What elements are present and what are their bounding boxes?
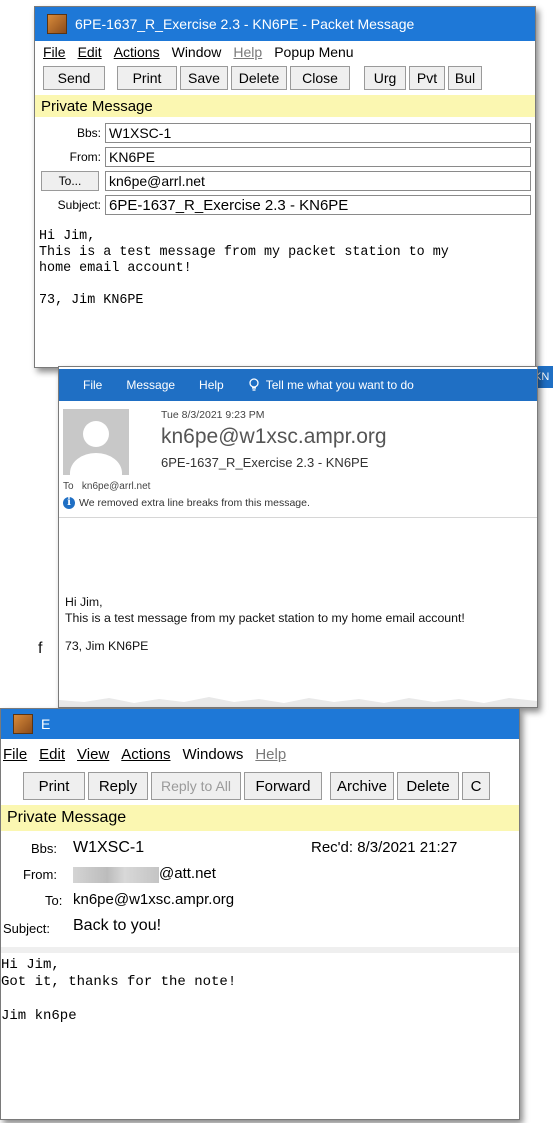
subject-label: Subject:: [3, 921, 50, 936]
to-label: To:: [45, 893, 63, 908]
from-label: From:: [69, 150, 101, 164]
to-label: To: [63, 481, 74, 492]
forward-button[interactable]: Forward: [244, 772, 322, 800]
tell-me-text: Tell me what you want to do: [265, 378, 414, 392]
avatar-head: [83, 421, 109, 447]
bbs-value: W1XSC-1: [73, 839, 145, 856]
print-button[interactable]: Print: [117, 66, 177, 90]
more-button[interactable]: C: [462, 772, 490, 800]
app-icon: [13, 714, 33, 734]
packet-message-window: 6PE-1637_R_Exercise 2.3 - KN6PE - Packet…: [34, 6, 536, 368]
notice-text: We removed extra line breaks from this m…: [79, 497, 310, 509]
torn-edge: [1, 1108, 519, 1119]
private-button[interactable]: Pvt: [409, 66, 445, 90]
delete-button[interactable]: Delete: [397, 772, 459, 800]
menu-popup[interactable]: Popup Menu: [274, 44, 353, 60]
private-message-banner: Private Message: [1, 805, 519, 831]
torn-edge: [35, 355, 535, 367]
reply-button[interactable]: Reply: [88, 772, 148, 800]
to-field[interactable]: kn6pe@arrl.net: [105, 171, 531, 191]
bbs-label: Bbs:: [31, 841, 58, 856]
lightbulb-icon: [249, 378, 259, 391]
message-subject: 6PE-1637_R_Exercise 2.3 - KN6PE: [161, 455, 369, 470]
menu-file[interactable]: File: [3, 746, 27, 763]
menu-help[interactable]: Help: [255, 746, 286, 763]
received-message-window: E File Edit View Actions Windows Help Pr…: [0, 708, 520, 1120]
menu-window[interactable]: Window: [172, 44, 222, 60]
menu-bar: File Edit View Actions Windows Help: [1, 739, 519, 769]
delete-button[interactable]: Delete: [231, 66, 287, 90]
close-button[interactable]: Close: [290, 66, 350, 90]
bbs-label: Bbs:: [76, 126, 101, 140]
menu-edit[interactable]: Edit: [39, 746, 65, 763]
menu-file[interactable]: File: [43, 44, 66, 60]
window-title: 6PE-1637_R_Exercise 2.3 - KN6PE - Packet…: [75, 16, 415, 32]
header-fields: Bbs: W1XSC-1 Rec'd: 8/3/2021 21:27 From:…: [1, 831, 519, 947]
from-label: From:: [23, 867, 57, 882]
menu-help[interactable]: Help: [199, 378, 224, 392]
message-body-line-2: This is a test message from my packet st…: [65, 611, 465, 625]
tell-me-search[interactable]: Tell me what you want to do: [248, 378, 414, 392]
toolbar: Print Reply Reply to All Forward Archive…: [1, 769, 519, 803]
urgent-button[interactable]: Urg: [364, 66, 406, 90]
message-body-line-1: Hi Jim,: [65, 595, 103, 609]
header-divider: [59, 517, 537, 518]
stray-fragment: f: [38, 640, 43, 657]
to-address[interactable]: kn6pe@arrl.net: [82, 481, 151, 492]
header-separator: [1, 947, 519, 953]
subject-label: Subject:: [57, 198, 101, 212]
from-value: @att.net: [159, 865, 216, 882]
sender-address[interactable]: kn6pe@w1xsc.ampr.org: [161, 425, 387, 449]
private-message-banner: Private Message: [35, 95, 535, 117]
save-button[interactable]: Save: [180, 66, 228, 90]
to-button[interactable]: To...: [41, 171, 99, 191]
window-title-fragment: E: [41, 716, 51, 732]
subject-field[interactable]: 6PE-1637_R_Exercise 2.3 - KN6PE: [105, 195, 531, 215]
message-body-line-3: 73, Jim KN6PE: [65, 639, 149, 653]
toolbar: Send Print Save Delete Close Urg Pvt Bul: [35, 63, 535, 93]
title-bar: 6PE-1637_R_Exercise 2.3 - KN6PE - Packet…: [35, 7, 535, 41]
received-date: Rec'd: 8/3/2021 21:27: [311, 839, 458, 856]
header-fields: Bbs: W1XSC-1 From: KN6PE To... kn6pe@arr…: [35, 117, 535, 217]
print-button[interactable]: Print: [23, 772, 85, 800]
redacted-sender: [73, 867, 159, 883]
reply-all-button[interactable]: Reply to All: [151, 772, 241, 800]
line-break-notice[interactable]: i We removed extra line breaks from this…: [63, 497, 310, 509]
menu-message[interactable]: Message: [126, 378, 175, 392]
menu-file[interactable]: File: [83, 378, 102, 392]
avatar-shoulders: [70, 453, 122, 475]
send-button[interactable]: Send: [43, 66, 105, 90]
menu-actions[interactable]: Actions: [121, 746, 170, 763]
menu-edit[interactable]: Edit: [78, 44, 102, 60]
menu-bar: File Edit Actions Window Help Popup Menu: [35, 41, 535, 63]
app-icon: [47, 14, 67, 34]
message-body[interactable]: Hi Jim, This is a test message from my p…: [39, 229, 535, 309]
menu-windows[interactable]: Windows: [182, 746, 243, 763]
subject-value: Back to you!: [73, 917, 162, 934]
archive-button[interactable]: Archive: [330, 772, 394, 800]
bbs-field[interactable]: W1XSC-1: [105, 123, 531, 143]
info-icon: i: [63, 497, 75, 509]
outlook-message-window: File Message Help Tell me what you want …: [58, 366, 538, 708]
message-body[interactable]: Hi Jim, Got it, thanks for the note! Jim…: [1, 957, 519, 1025]
bulletin-button[interactable]: Bul: [448, 66, 482, 90]
to-line: To kn6pe@arrl.net: [63, 481, 150, 492]
to-value: kn6pe@w1xsc.ampr.org: [73, 891, 235, 908]
from-field[interactable]: KN6PE: [105, 147, 531, 167]
torn-edge: [59, 697, 537, 707]
ribbon-menu: File Message Help Tell me what you want …: [59, 369, 537, 401]
sent-date: Tue 8/3/2021 9:23 PM: [161, 409, 265, 421]
title-bar: E: [1, 709, 519, 739]
menu-actions[interactable]: Actions: [114, 44, 160, 60]
menu-help[interactable]: Help: [233, 44, 262, 60]
avatar: [63, 409, 129, 475]
menu-view[interactable]: View: [77, 746, 109, 763]
